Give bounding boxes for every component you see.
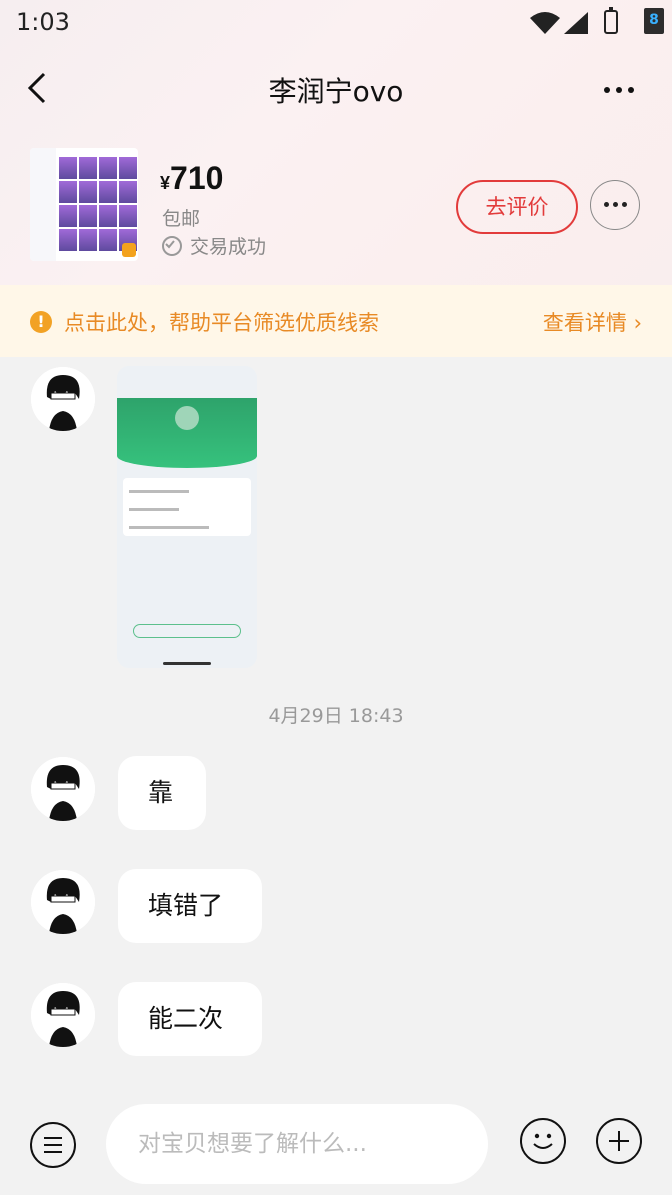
message-timestamp: 4月29日 18:43 [268,705,404,727]
image-message[interactable] [117,366,257,668]
battery-icon [604,7,618,34]
avatar-icon [31,757,95,821]
warning-icon: ! [30,311,52,333]
signal-icon [564,12,588,34]
avatar[interactable] [31,367,95,431]
avatar-icon [31,983,95,1047]
menu-button[interactable] [30,1122,76,1168]
currency-symbol: ¥ [160,173,171,193]
message-bubble[interactable]: 靠 [118,756,206,830]
status-bar: 1:03 8 [0,0,672,48]
page-title: 李润宁ovo [268,75,404,108]
view-details-link[interactable]: 查看详情 › [543,307,642,337]
avatar-icon [31,870,95,934]
check-circle-icon [162,236,182,256]
product-price: ¥710 [160,160,223,197]
status-time: 1:03 [16,8,70,36]
more-button[interactable] [604,78,644,98]
wifi-icon [530,12,560,34]
product-card[interactable]: ¥710 包邮 交易成功 去评价 [30,148,650,268]
status-icons: 8 [514,7,664,38]
notice-text: 点击此处，帮助平台筛选优质线索 [64,311,379,335]
product-thumbnail[interactable] [30,148,138,261]
emoji-icon [533,1133,553,1149]
message-bubble[interactable]: 能二次 [118,982,262,1056]
avatar[interactable] [31,870,95,934]
review-button[interactable]: 去评价 [456,180,578,234]
deal-status: 交易成功 [162,232,266,259]
shipping-label: 包邮 [162,208,201,230]
avatar-icon [31,367,95,431]
deal-status-text: 交易成功 [190,236,267,258]
notice-bar[interactable]: ! 点击此处，帮助平台筛选优质线索 查看详情 › [0,285,672,357]
avatar[interactable] [31,757,95,821]
price-value: 710 [170,160,224,196]
avatar[interactable] [31,983,95,1047]
message-input[interactable]: 对宝贝想要了解什么... [106,1104,488,1184]
plus-button[interactable] [596,1118,642,1164]
card-more-button[interactable] [590,180,640,230]
chat-header: 李润宁ovo [0,58,672,118]
edit-tag-icon [122,243,136,257]
more-dots-icon [604,87,610,93]
notification-badge: 8 [644,8,664,34]
message-bubble[interactable]: 填错了 [118,869,262,943]
input-bar: 对宝贝想要了解什么... [0,1092,672,1195]
emoji-button[interactable] [520,1118,566,1164]
more-dots-icon [603,202,609,207]
